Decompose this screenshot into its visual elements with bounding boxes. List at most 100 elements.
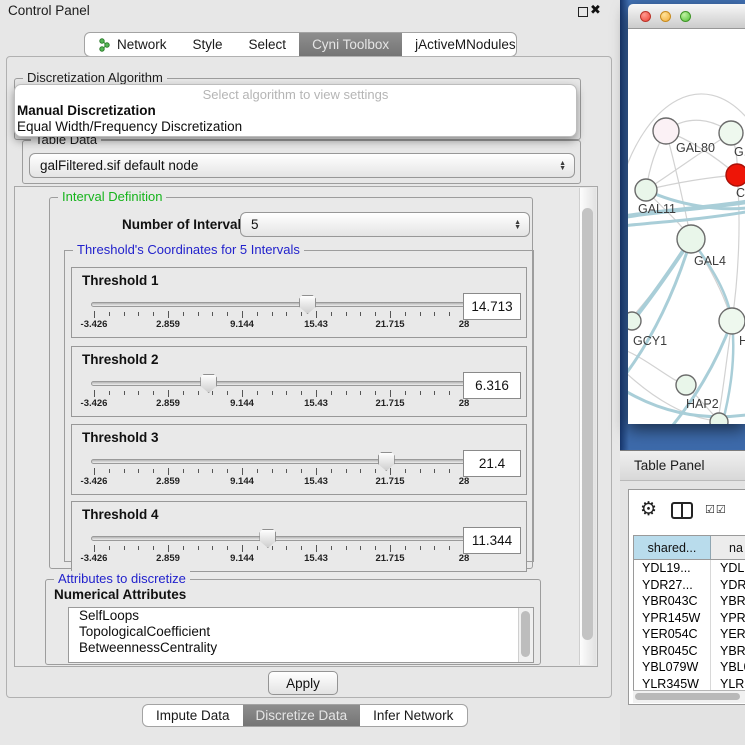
table-row[interactable]: YER054CYER0: [634, 626, 745, 643]
slider-track[interactable]: [91, 459, 467, 464]
attributes-list[interactable]: SelfLoopsTopologicalCoefficientBetweenne…: [68, 607, 534, 663]
checkbox-icons[interactable]: ☑☑: [705, 503, 727, 516]
gear-icon[interactable]: ⚙: [640, 498, 657, 521]
node-table: shared...na YDL19...YDL1YDR27...YDR2YBR0…: [633, 535, 745, 693]
slider-tick-label: 15.43: [304, 319, 328, 330]
attributes-list-scrollbar[interactable]: [518, 608, 533, 662]
network-node-gal11[interactable]: [635, 179, 657, 201]
attribute-item[interactable]: SelfLoops: [69, 608, 533, 624]
slider-tick: [94, 390, 95, 397]
threshold-slider[interactable]: -3.4262.8599.14415.4321.71528: [94, 459, 464, 493]
threshold-slider[interactable]: -3.4262.8599.14415.4321.71528: [94, 381, 464, 415]
table-cell[interactable]: YDL19...: [634, 560, 711, 577]
slider-tick: [434, 469, 435, 473]
bottom-tab-infer-network[interactable]: Infer Network: [360, 705, 466, 726]
slider-tick: [331, 391, 332, 395]
attributes-legend: Attributes to discretize: [54, 571, 190, 586]
interval-definition-legend: Interval Definition: [58, 189, 166, 204]
zoom-traffic-light-icon[interactable]: [680, 11, 691, 22]
slider-tick: [124, 391, 125, 395]
slider-track[interactable]: [91, 381, 467, 386]
threshold-slider[interactable]: -3.4262.8599.14415.4321.71528: [94, 536, 464, 570]
table-cell[interactable]: YBR0: [711, 593, 745, 610]
attribute-item[interactable]: BetweennessCentrality: [69, 640, 533, 656]
bottom-tab-discretize-data[interactable]: Discretize Data: [243, 705, 361, 726]
table-cell[interactable]: YDR27...: [634, 577, 711, 594]
table-horizontal-scrollbar[interactable]: [633, 690, 745, 703]
table-cell[interactable]: YER054C: [634, 626, 711, 643]
slider-tick-label: 21.715: [375, 398, 404, 409]
tab-style[interactable]: Style: [180, 33, 236, 56]
network-window-titlebar[interactable]: [628, 4, 745, 29]
dropdown-item-manual-discretization[interactable]: Manual Discretization: [15, 103, 576, 119]
network-node[interactable]: [710, 413, 728, 424]
close-icon[interactable]: ✖: [590, 2, 601, 18]
table-column-header-2[interactable]: na: [711, 536, 745, 559]
table-column-header-1[interactable]: shared...: [634, 536, 711, 559]
network-node-c[interactable]: [726, 164, 745, 186]
table-cell[interactable]: YPR145W: [634, 610, 711, 627]
tab-label: Network: [117, 37, 167, 52]
slider-tick: [286, 391, 287, 395]
slider-tick: [390, 468, 391, 475]
table-cell[interactable]: YPR1: [711, 610, 745, 627]
dropdown-item-equal-width-frequency-discretization[interactable]: Equal Width/Frequency Discretization: [15, 119, 576, 135]
slider-thumb[interactable]: [378, 452, 395, 471]
num-intervals-combobox[interactable]: 5 ▲▼: [240, 212, 530, 237]
slider-tick-label: 15.43: [304, 398, 328, 409]
table-cell[interactable]: YBR043C: [634, 593, 711, 610]
apply-button[interactable]: Apply: [268, 671, 338, 695]
threshold-value-field[interactable]: 11.344: [463, 527, 521, 554]
table-cell[interactable]: YBL079W: [634, 659, 711, 676]
network-node-gcy1[interactable]: [628, 312, 641, 330]
threshold-value-field[interactable]: 21.4: [463, 450, 521, 477]
slider-track[interactable]: [91, 302, 467, 307]
slider-tick: [198, 312, 199, 316]
threshold-value-field[interactable]: 6.316: [463, 372, 521, 399]
table-row[interactable]: YBR043CYBR0: [634, 593, 745, 610]
threshold-slider[interactable]: -3.4262.8599.14415.4321.71528: [94, 302, 464, 336]
table-cell[interactable]: YDR2: [711, 577, 745, 594]
slider-tick: [301, 312, 302, 316]
slider-tick: [109, 312, 110, 316]
settings-vertical-scrollbar[interactable]: [579, 188, 596, 665]
float-window-icon[interactable]: [578, 7, 588, 17]
table-cell[interactable]: YER0: [711, 626, 745, 643]
network-node-gal4[interactable]: [677, 225, 705, 253]
tab-cyni-toolbox[interactable]: Cyni Toolbox: [299, 33, 402, 56]
minimize-traffic-light-icon[interactable]: [660, 11, 671, 22]
table-cell[interactable]: YBR045C: [634, 643, 711, 660]
network-node-hap2[interactable]: [676, 375, 696, 395]
table-row[interactable]: YPR145WYPR1: [634, 610, 745, 627]
slider-track[interactable]: [91, 536, 467, 541]
tab-network[interactable]: Network: [85, 33, 180, 56]
network-canvas[interactable]: GAL80G.CGAL11GAL4GCY1HHAP2: [628, 29, 745, 424]
slider-thumb[interactable]: [259, 529, 276, 548]
slider-tick: [138, 546, 139, 550]
network-node-h[interactable]: [719, 308, 745, 334]
table-cell[interactable]: YDL1: [711, 560, 745, 577]
attribute-item[interactable]: TopologicalCoefficient: [69, 624, 533, 640]
table-row[interactable]: YBR045CYBR0: [634, 643, 745, 660]
table-data-combobox[interactable]: galFiltered.sif default node ▲▼: [29, 153, 575, 178]
table-row[interactable]: YBL079WYBL0: [634, 659, 745, 676]
slider-tick-label: 21.715: [375, 476, 404, 487]
table-cell[interactable]: YBR0: [711, 643, 745, 660]
slider-tick: [94, 468, 95, 475]
close-traffic-light-icon[interactable]: [640, 11, 651, 22]
table-cell[interactable]: YBL0: [711, 659, 745, 676]
network-view-window[interactable]: GAL80G.CGAL11GAL4GCY1HHAP2: [628, 4, 745, 424]
table-row[interactable]: YDL19...YDL1: [634, 560, 745, 577]
table-panel-header[interactable]: Table Panel: [620, 450, 745, 481]
network-node-g[interactable]: [719, 121, 743, 145]
bottom-tab-impute-data[interactable]: Impute Data: [143, 705, 243, 726]
tab-select[interactable]: Select: [236, 33, 300, 56]
table-data-group: Table Data galFiltered.sif default node …: [22, 140, 581, 184]
slider-tick: [138, 312, 139, 316]
tab-jactivemnodules[interactable]: jActiveMNodules: [402, 33, 517, 56]
split-view-icon[interactable]: [671, 502, 693, 519]
threshold-value-field[interactable]: 14.713: [463, 293, 521, 320]
slider-tick: [272, 312, 273, 316]
slider-thumb[interactable]: [200, 374, 217, 393]
table-row[interactable]: YDR27...YDR2: [634, 577, 745, 594]
